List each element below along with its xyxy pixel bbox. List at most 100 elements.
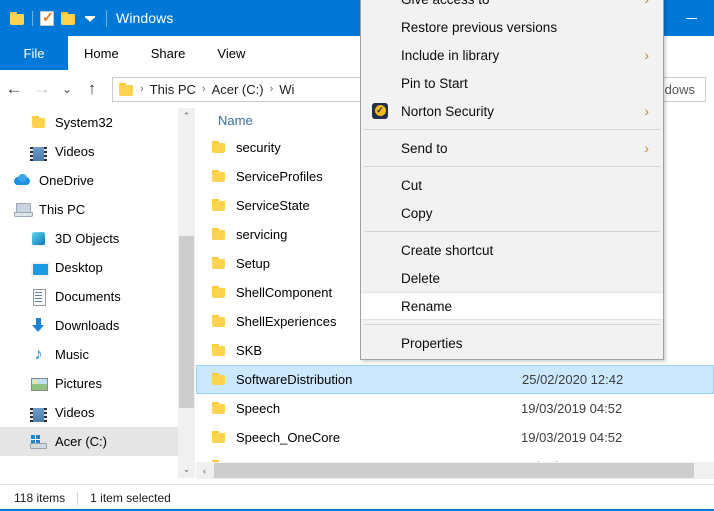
sidebar-item-label: Videos (55, 405, 95, 420)
sidebar-item-label: System32 (55, 115, 113, 130)
tab-home[interactable]: Home (68, 36, 135, 70)
forward-button[interactable]: → (28, 74, 56, 104)
menu-item-give-access-to[interactable]: Give access to › (361, 0, 663, 13)
tab-share[interactable]: Share (135, 36, 202, 70)
menu-item-delete[interactable]: Delete (361, 264, 663, 292)
menu-item-pin-to-start[interactable]: Pin to Start (361, 69, 663, 97)
folder-icon (210, 255, 227, 272)
up-button[interactable]: ↑ (78, 74, 106, 104)
downloads-icon (30, 317, 47, 334)
folder-icon[interactable] (10, 12, 25, 25)
shield-icon (372, 298, 389, 315)
folder-icon (210, 342, 227, 359)
table-row[interactable]: Speech_OneCore19/03/2019 04:52 (196, 423, 714, 452)
window-title: Windows (116, 10, 174, 26)
sidebar-item-acer-c[interactable]: Acer (C:) (0, 427, 178, 456)
sidebar-item-documents[interactable]: Documents (0, 282, 178, 311)
file-name: servicing (236, 227, 287, 242)
menu-item-properties[interactable]: Properties (361, 329, 663, 357)
menu-separator (364, 231, 660, 232)
sidebar-item-label: Downloads (55, 318, 119, 333)
drive-icon (30, 433, 47, 450)
file-name: ServiceState (236, 198, 310, 213)
scroll-down-button[interactable]: ⌄ (178, 461, 195, 478)
norton-icon: ✓ (372, 103, 389, 120)
submenu-chevron-icon: › (644, 47, 649, 63)
scroll-left-button[interactable]: ‹ (196, 462, 213, 479)
menu-item-send-to[interactable]: Send to› (361, 134, 663, 162)
sidebar-item-desktop[interactable]: Desktop (0, 253, 178, 282)
column-header-name[interactable]: Name (218, 113, 253, 128)
sidebar-item-this-pc[interactable]: This PC (0, 195, 178, 224)
scroll-up-button[interactable]: ⌃ (178, 108, 195, 125)
table-row[interactable]: Speech19/03/2019 04:52 (196, 394, 714, 423)
sidebar-item-onedrive[interactable]: OneDrive (0, 166, 178, 195)
menu-item-rename[interactable]: Rename (361, 292, 663, 320)
sidebar-item-label: This PC (39, 202, 85, 217)
title-divider (106, 10, 107, 27)
customize-chevron-icon[interactable] (85, 17, 95, 22)
window-controls (669, 0, 714, 36)
file-name: ServiceProfiles (236, 169, 323, 184)
tab-file[interactable]: File (0, 36, 68, 70)
submenu-chevron-icon: › (644, 140, 649, 156)
menu-item-label: Rename (401, 299, 452, 314)
table-row[interactable]: SoftwareDistribution25/02/2020 12:42 (196, 365, 714, 394)
video-icon (30, 408, 47, 422)
back-button[interactable]: ← (0, 74, 28, 104)
sidebar-item-system32[interactable]: System32 (0, 108, 178, 137)
horizontal-scrollbar[interactable]: ‹ (196, 462, 714, 479)
recent-locations-button[interactable]: ⌄ (56, 74, 78, 104)
submenu-chevron-icon: › (644, 103, 649, 119)
folder-icon (210, 284, 227, 301)
sidebar-item-videos[interactable]: Videos (0, 137, 178, 166)
submenu-chevron-icon: › (644, 0, 649, 7)
norton-check-icon: ✓ (375, 105, 386, 116)
documents-icon (30, 288, 47, 305)
menu-item-include-in-library[interactable]: Include in library› (361, 41, 663, 69)
breadcrumb-item[interactable]: Acer (C:) (212, 82, 264, 97)
breadcrumb-item[interactable]: This PC (150, 82, 196, 97)
menu-item-label: Give access to (401, 0, 490, 7)
status-bar: 118 items 1 item selected (0, 484, 714, 511)
shield-icon (372, 270, 389, 287)
this-pc-icon (14, 201, 31, 218)
sidebar-item-music[interactable]: ♪Music (0, 340, 178, 369)
file-name: SKB (236, 343, 262, 358)
sidebar-item-downloads[interactable]: Downloads (0, 311, 178, 340)
menu-item-label: Copy (401, 206, 433, 221)
menu-item-label: Create shortcut (401, 243, 493, 258)
menu-item-label: Pin to Start (401, 76, 468, 91)
context-menu: Give access to › Restore previous versions… (360, 0, 664, 360)
toolbar-divider (32, 11, 33, 26)
sidebar-item-3d-objects[interactable]: 3D Objects (0, 224, 178, 253)
item-count-label: 118 items (0, 491, 65, 505)
quick-access-toolbar (0, 11, 95, 26)
menu-item-restore-previous-versions[interactable]: Restore previous versions (361, 13, 663, 41)
sidebar-item-label: Acer (C:) (55, 434, 107, 449)
sidebar-item-pictures[interactable]: Pictures (0, 369, 178, 398)
sidebar-item-label: OneDrive (39, 173, 94, 188)
sidebar-item-videos[interactable]: Videos (0, 398, 178, 427)
file-name: Setup (236, 256, 270, 271)
scrollbar-thumb[interactable] (179, 236, 194, 408)
properties-icon[interactable] (40, 11, 54, 26)
folder-icon (210, 400, 227, 417)
minimize-button[interactable] (669, 0, 714, 36)
breadcrumb-item[interactable]: Wi (279, 82, 294, 97)
file-name: security (236, 140, 281, 155)
navigation-scrollbar[interactable]: ⌃ ⌄ (178, 108, 195, 478)
sidebar-item-label: Videos (55, 144, 95, 159)
menu-item-norton-security[interactable]: ✓ Norton Security › (361, 97, 663, 125)
menu-item-cut[interactable]: Cut (361, 171, 663, 199)
norton-badge: ✓ (372, 103, 388, 119)
sidebar-item-label: 3D Objects (55, 231, 119, 246)
menu-item-copy[interactable]: Copy (361, 199, 663, 227)
menu-item-label: Norton Security (401, 104, 494, 119)
folder-icon (210, 168, 227, 185)
horizontal-scrollbar-thumb[interactable] (214, 463, 694, 478)
tab-view[interactable]: View (201, 36, 261, 70)
menu-item-create-shortcut[interactable]: Create shortcut (361, 236, 663, 264)
new-folder-icon[interactable] (61, 12, 76, 25)
file-date-modified: 19/03/2019 04:52 (521, 401, 622, 416)
